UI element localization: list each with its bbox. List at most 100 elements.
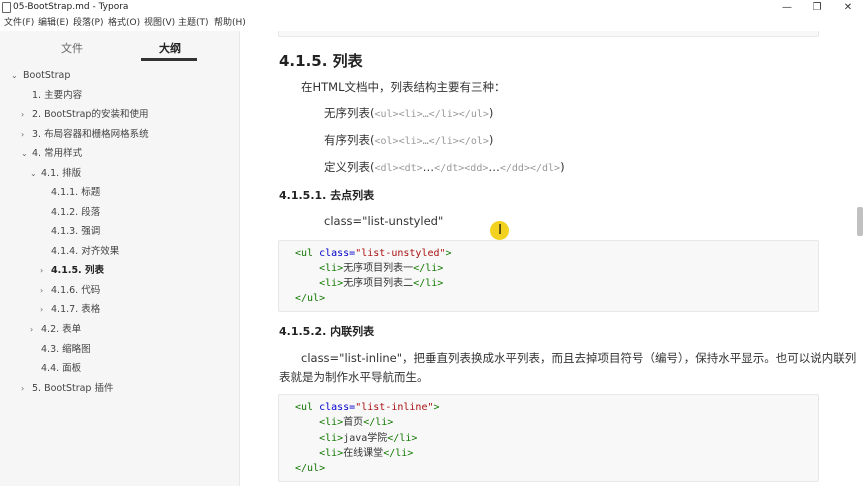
paragraph: 在HTML文档中，列表结构主要有三种：	[301, 80, 506, 94]
outline-item[interactable]: 4.1.2. 段落	[51, 203, 100, 222]
menu-help[interactable]: 帮助(H)	[214, 15, 246, 31]
tag: <li>	[319, 417, 344, 428]
tab-outline[interactable]: 大纲	[159, 40, 181, 56]
heading-unstyled-list: 4.1.5.1. 去点列表	[279, 189, 375, 202]
inline-code: </dt><dd>	[434, 163, 489, 174]
expand-icon[interactable]: ›	[40, 261, 43, 280]
document-icon	[2, 2, 11, 13]
tag: </li>	[413, 263, 444, 274]
code-line: <li>无序项目列表二</li>	[295, 276, 443, 291]
ellipsis: …	[488, 160, 500, 174]
code-line: <li>无序项目列表一</li>	[295, 261, 443, 276]
tab-files[interactable]: 文件	[61, 40, 83, 56]
outline-item[interactable]: 4.1. 排版	[41, 164, 81, 183]
expand-icon[interactable]: ›	[21, 125, 24, 144]
collapse-icon[interactable]: ⌄	[30, 164, 37, 183]
outline-item[interactable]: 4.3. 缩略图	[41, 340, 91, 359]
editor[interactable]: 4.1.5. 列表 在HTML文档中，列表结构主要有三种： 无序列表(<ul><…	[240, 31, 856, 486]
code-block[interactable]: <ul class="list-inline"> <li>首页</li> <li…	[278, 394, 819, 482]
scrollbar-thumb[interactable]	[857, 207, 863, 236]
inline-code: <ul><li>…</li></ul>	[374, 109, 489, 120]
inline-code: <dl><dt>	[374, 163, 423, 174]
outline-item[interactable]: 4.1.1. 标题	[51, 183, 100, 202]
tag: >	[445, 248, 452, 259]
outline-item[interactable]: 4.1.3. 强调	[51, 222, 100, 241]
paren: )	[488, 106, 494, 120]
outline-item[interactable]: 4.1.4. 对齐效果	[51, 242, 119, 261]
text-cursor-icon: I	[498, 223, 502, 238]
menu-paragraph[interactable]: 段落(P)	[73, 15, 103, 31]
list-type-ol: 有序列表(<ol><li>…</li></ol>)	[324, 130, 493, 152]
collapse-icon[interactable]: ⌄	[11, 66, 18, 85]
close-button[interactable]: ✕	[833, 0, 863, 15]
text: 首页	[343, 417, 364, 428]
paragraph: class="list-inline"，把垂直列表换成水平列表，而且去掉项目符号…	[301, 351, 856, 365]
text: 在线课堂	[343, 448, 384, 459]
list-type-ul: 无序列表(<ul><li>…</li></ul>)	[324, 103, 493, 125]
tag: </li>	[387, 433, 418, 444]
tag: <ul	[295, 248, 314, 259]
code-line: <ul class="list-inline">	[295, 400, 440, 415]
list-type-label: 有序列表(	[324, 133, 375, 147]
outline-item[interactable]: 4. 常用样式	[32, 144, 82, 163]
menu-theme[interactable]: 主题(T)	[178, 15, 209, 31]
expand-icon[interactable]: ›	[21, 379, 24, 398]
sidebar: 文件 大纲 ⌄ BootStrap 1. 主要内容 › 2. BootStrap…	[0, 31, 240, 486]
tag: <li>	[319, 433, 344, 444]
outline-item-active[interactable]: 4.1.5. 列表	[51, 261, 104, 280]
paren: )	[488, 133, 494, 147]
list-type-label: 无序列表(	[324, 106, 375, 120]
code-line: <ul class="list-unstyled">	[295, 246, 452, 261]
inline-code: <ol><li>…</li></ol>	[374, 136, 489, 147]
menu-file[interactable]: 文件(F)	[4, 15, 34, 31]
heading-inline-list: 4.1.5.2. 内联列表	[279, 325, 375, 338]
paragraph: 表就是为制作水平导航而生。	[279, 370, 429, 384]
attr: class=	[313, 248, 356, 259]
attr: class=	[313, 402, 356, 413]
code-block-partial[interactable]	[278, 31, 819, 37]
active-tab-indicator	[141, 58, 197, 61]
collapse-icon[interactable]: ⌄	[21, 144, 28, 163]
outline-item[interactable]: 1. 主要内容	[32, 86, 82, 105]
outline-item[interactable]: 2. BootStrap的安装和使用	[32, 105, 148, 124]
outline-item[interactable]: 5. BootStrap 插件	[32, 379, 113, 398]
paren: )	[560, 160, 565, 174]
window-title: 05-BootStrap.md - Typora	[13, 2, 129, 12]
outline-item[interactable]: BootStrap	[23, 66, 70, 85]
tag: </ul>	[295, 463, 326, 474]
maximize-button[interactable]: ❐	[802, 0, 832, 15]
expand-icon[interactable]: ›	[30, 320, 33, 339]
menu-view[interactable]: 视图(V)	[144, 15, 175, 31]
tag: </li>	[413, 278, 444, 289]
string: "list-inline"	[355, 402, 434, 413]
code-line: <li>首页</li>	[295, 415, 393, 430]
text: 无序项目列表二	[343, 278, 414, 289]
outline-item[interactable]: 4.4. 面板	[41, 359, 81, 378]
outline-item[interactable]: 4.2. 表单	[41, 320, 81, 339]
tag: </li>	[363, 417, 394, 428]
outline-item[interactable]: 3. 布局容器和栅格网格系统	[32, 125, 149, 144]
menu-edit[interactable]: 编辑(E)	[38, 15, 69, 31]
minimize-button[interactable]: —	[772, 0, 802, 15]
title-bar: 05-BootStrap.md - Typora — ❐ ✕	[0, 0, 864, 15]
expand-icon[interactable]: ›	[21, 105, 24, 124]
heading-lists: 4.1.5. 列表	[279, 52, 363, 70]
ellipsis: …	[422, 160, 435, 174]
tag: <ul	[295, 402, 314, 413]
expand-icon[interactable]: ›	[40, 300, 43, 319]
outline-item[interactable]: 4.1.6. 代码	[51, 281, 100, 300]
code-line: </ul>	[295, 461, 325, 476]
tag: >	[433, 402, 440, 413]
text: 无序项目列表一	[343, 263, 414, 274]
string: "list-unstyled"	[355, 248, 446, 259]
code-block[interactable]: <ul class="list-unstyled"> <li>无序项目列表一</…	[278, 240, 819, 312]
expand-icon[interactable]: ›	[40, 281, 43, 300]
text: java学院	[343, 433, 388, 444]
paragraph: class="list-unstyled"	[324, 214, 444, 228]
list-type-dl: 定义列表(<dl><dt>…</dt><dd>…</dd></dl>)	[324, 157, 565, 179]
code-line: </ul>	[295, 291, 325, 306]
code-line: <li>java学院</li>	[295, 431, 417, 446]
menu-format[interactable]: 格式(O)	[108, 15, 140, 31]
code-line: <li>在线课堂</li>	[295, 446, 413, 461]
outline-item[interactable]: 4.1.7. 表格	[51, 300, 100, 319]
